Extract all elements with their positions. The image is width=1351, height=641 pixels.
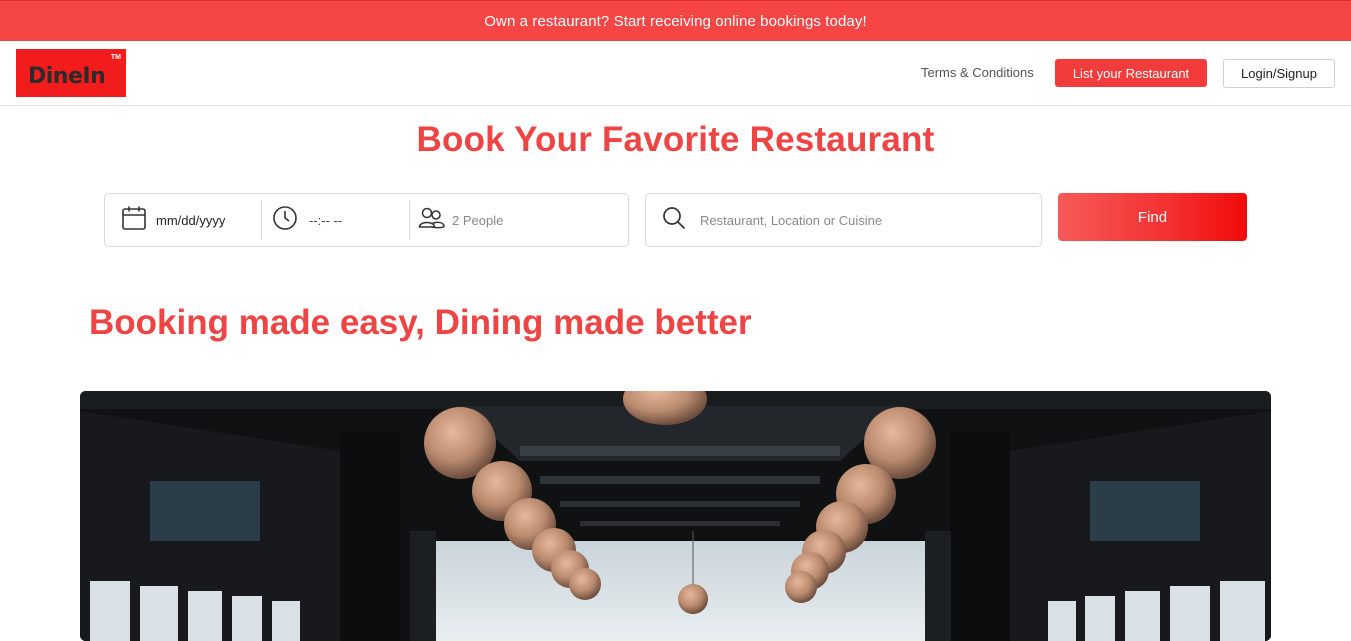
page-title: Book Your Favorite Restaurant xyxy=(416,120,935,159)
restaurant-hero-image xyxy=(80,391,1271,641)
terms-link[interactable]: Terms & Conditions xyxy=(921,65,1034,80)
tagline: Booking made easy, Dining made better xyxy=(89,303,752,342)
promo-banner: Own a restaurant? Start receiving online… xyxy=(0,0,1351,41)
logo-text: DineIn xyxy=(28,63,106,89)
search-input[interactable] xyxy=(700,212,1030,228)
logo-trademark: TM xyxy=(110,54,121,61)
top-navbar: DineIn TM Terms & Conditions List your R… xyxy=(0,41,1351,106)
people-icon xyxy=(418,206,446,235)
time-picker[interactable]: --:-- -- xyxy=(262,200,410,240)
restaurant-search xyxy=(645,193,1042,247)
people-value: 2 People xyxy=(452,212,504,228)
time-value: --:-- -- xyxy=(309,212,343,228)
people-selector[interactable]: 2 People xyxy=(410,200,628,240)
date-value: mm/dd/yyyy xyxy=(156,212,226,228)
promo-text: Own a restaurant? Start receiving online… xyxy=(484,12,867,30)
logo[interactable]: DineIn TM xyxy=(16,49,126,97)
search-icon xyxy=(662,206,686,235)
login-signup-button[interactable]: Login/Signup xyxy=(1223,59,1335,88)
calendar-icon xyxy=(121,205,147,236)
find-button[interactable]: Find xyxy=(1058,193,1247,241)
list-restaurant-button[interactable]: List your Restaurant xyxy=(1055,59,1207,87)
date-picker[interactable]: mm/dd/yyyy xyxy=(105,200,262,240)
booking-filters: mm/dd/yyyy --:-- -- 2 People xyxy=(104,193,629,247)
clock-icon xyxy=(272,205,298,236)
